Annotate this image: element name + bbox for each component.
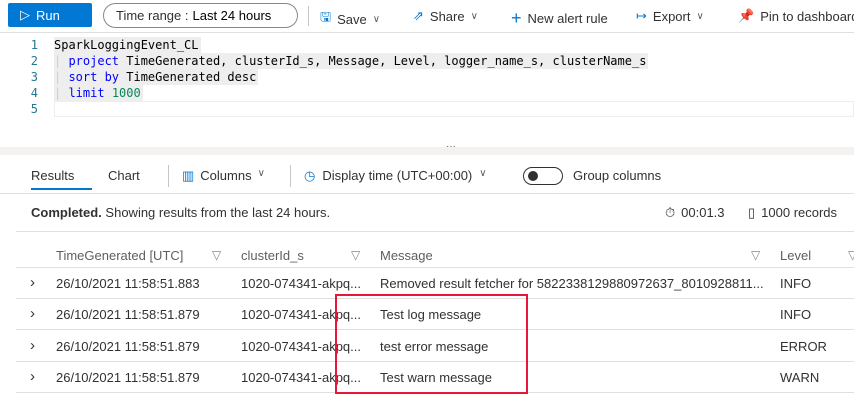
line-number: 4	[30, 86, 38, 100]
column-header-level[interactable]: Level	[780, 248, 811, 263]
code-token: |	[54, 54, 69, 68]
divider	[290, 165, 291, 187]
record-count: ▯ 1000 records	[748, 205, 838, 220]
filter-icon[interactable]: ▽	[351, 248, 360, 262]
pin-icon: 📌	[738, 8, 755, 23]
share-button[interactable]: ⇗ Share ∨	[413, 8, 478, 24]
chevron-down-icon: ∨	[470, 10, 478, 22]
code-token: sort by	[68, 70, 120, 84]
code-line[interactable]: 2 | project TimeGenerated, clusterId_s, M…	[0, 53, 854, 69]
tab-results[interactable]: Results	[31, 168, 74, 183]
stopwatch-icon: ⏱	[665, 205, 676, 220]
code-token: TimeGenerated, clusterId_s, Message, Lev…	[119, 54, 647, 68]
export-button[interactable]: ↦ Export ∨	[636, 8, 704, 24]
chevron-down-icon: ∨	[696, 10, 704, 22]
highlight-box	[335, 294, 528, 394]
display-time-dropdown[interactable]: ◷ Display time (UTC+00:00) ∨	[304, 168, 487, 184]
code-text: | project TimeGenerated, clusterId_s, Me…	[54, 53, 649, 69]
expand-chevron-icon[interactable]: ›	[30, 337, 35, 354]
code-line[interactable]: 1 SparkLoggingEvent_CL	[0, 37, 854, 53]
line-number: 1	[30, 38, 38, 52]
results-toolbar: Results Chart ▥ Columns ∨ ◷ Display time (U…	[0, 160, 854, 194]
expand-chevron-icon[interactable]: ›	[30, 305, 35, 322]
code-token: SparkLoggingEvent_CL	[54, 38, 199, 52]
column-header-clusterid[interactable]: clusterId_s	[241, 248, 304, 263]
divider	[308, 6, 309, 26]
code-text: | sort by TimeGenerated desc	[54, 69, 259, 85]
chevron-down-icon: ∨	[372, 13, 381, 25]
resize-handle[interactable]: ···	[0, 141, 854, 155]
code-line[interactable]: 5	[0, 101, 854, 117]
table-cell: 26/10/2021 11:58:51.879	[56, 338, 200, 354]
code-text: SparkLoggingEvent_CL	[54, 37, 201, 53]
table-cell: Removed result fetcher for 5822338129880…	[380, 276, 764, 291]
table-cell: 26/10/2021 11:58:51.879	[56, 307, 200, 323]
expand-chevron-icon[interactable]: ›	[30, 368, 35, 385]
save-button[interactable]: 🖫 Save ∨	[320, 8, 380, 30]
table-cell: WARN	[780, 369, 820, 385]
table-cell: 26/10/2021 11:58:51.879	[56, 369, 200, 385]
export-icon: ↦	[636, 8, 647, 23]
code-token: |	[54, 70, 69, 84]
run-button[interactable]: ▷ Run	[8, 3, 92, 27]
time-range-button[interactable]: Time range : Last 24 hours	[103, 3, 298, 28]
divider	[16, 231, 854, 232]
group-columns-toggle[interactable]	[523, 167, 563, 185]
code-token: |	[54, 86, 69, 100]
line-number: 5	[30, 102, 38, 116]
expand-chevron-icon[interactable]: ›	[30, 274, 35, 291]
columns-icon: ▥	[182, 168, 195, 183]
table-cell: ERROR	[780, 338, 827, 354]
table-cell: INFO	[780, 307, 812, 323]
active-tab-indicator	[31, 188, 92, 190]
code-token: 1000	[111, 86, 141, 100]
query-editor[interactable]: 1 SparkLoggingEvent_CL 2 | project TimeGene…	[0, 37, 854, 117]
plus-icon: +	[511, 8, 522, 28]
tab-chart[interactable]: Chart	[108, 168, 140, 183]
toggle-knob	[528, 171, 538, 181]
chevron-down-icon: ∨	[257, 168, 265, 179]
code-token: TimeGenerated desc	[119, 70, 257, 84]
column-header-message[interactable]: Message	[380, 248, 433, 263]
share-icon: ⇗	[413, 8, 424, 23]
code-token: project	[68, 54, 120, 68]
code-text: | limit 1000	[54, 85, 143, 101]
code-token: limit	[68, 86, 105, 100]
document-icon: ▯	[748, 205, 756, 220]
duration: ⏱ 00:01.3	[665, 205, 725, 220]
play-icon: ▷	[20, 7, 30, 22]
new-alert-rule-button[interactable]: + New alert rule	[511, 8, 608, 29]
line-number: 2	[30, 54, 38, 68]
filter-icon[interactable]: ▽	[751, 248, 760, 262]
table-cell: 26/10/2021 11:58:51.883	[56, 276, 200, 291]
table-cell: INFO	[780, 276, 812, 291]
status-message: Completed. Showing results from the last…	[31, 205, 331, 220]
columns-button[interactable]: ▥ Columns ∨	[182, 168, 265, 184]
chevron-down-icon: ∨	[479, 168, 487, 179]
clock-icon: ◷	[304, 168, 316, 183]
table-cell: 1020-074341-akpq...	[241, 276, 361, 291]
drag-dots-icon: ···	[446, 141, 456, 152]
code-line[interactable]: 3 | sort by TimeGenerated desc	[0, 69, 854, 85]
current-line	[54, 101, 854, 117]
divider	[168, 165, 169, 187]
filter-icon[interactable]: ▽	[848, 248, 854, 262]
line-number: 3	[30, 70, 38, 84]
code-line[interactable]: 4 | limit 1000	[0, 85, 854, 101]
column-header-timegenerated[interactable]: TimeGenerated [UTC]	[56, 248, 183, 263]
filter-icon[interactable]: ▽	[212, 248, 221, 262]
group-columns-label: Group columns	[573, 168, 662, 183]
pin-to-dashboard-button[interactable]: 📌 Pin to dashboard	[738, 8, 854, 24]
toolbar: ▷ Run Time range : Last 24 hours 🖫 Save ∨ ⇗ S…	[0, 0, 854, 33]
save-icon: 🖫	[320, 9, 332, 24]
